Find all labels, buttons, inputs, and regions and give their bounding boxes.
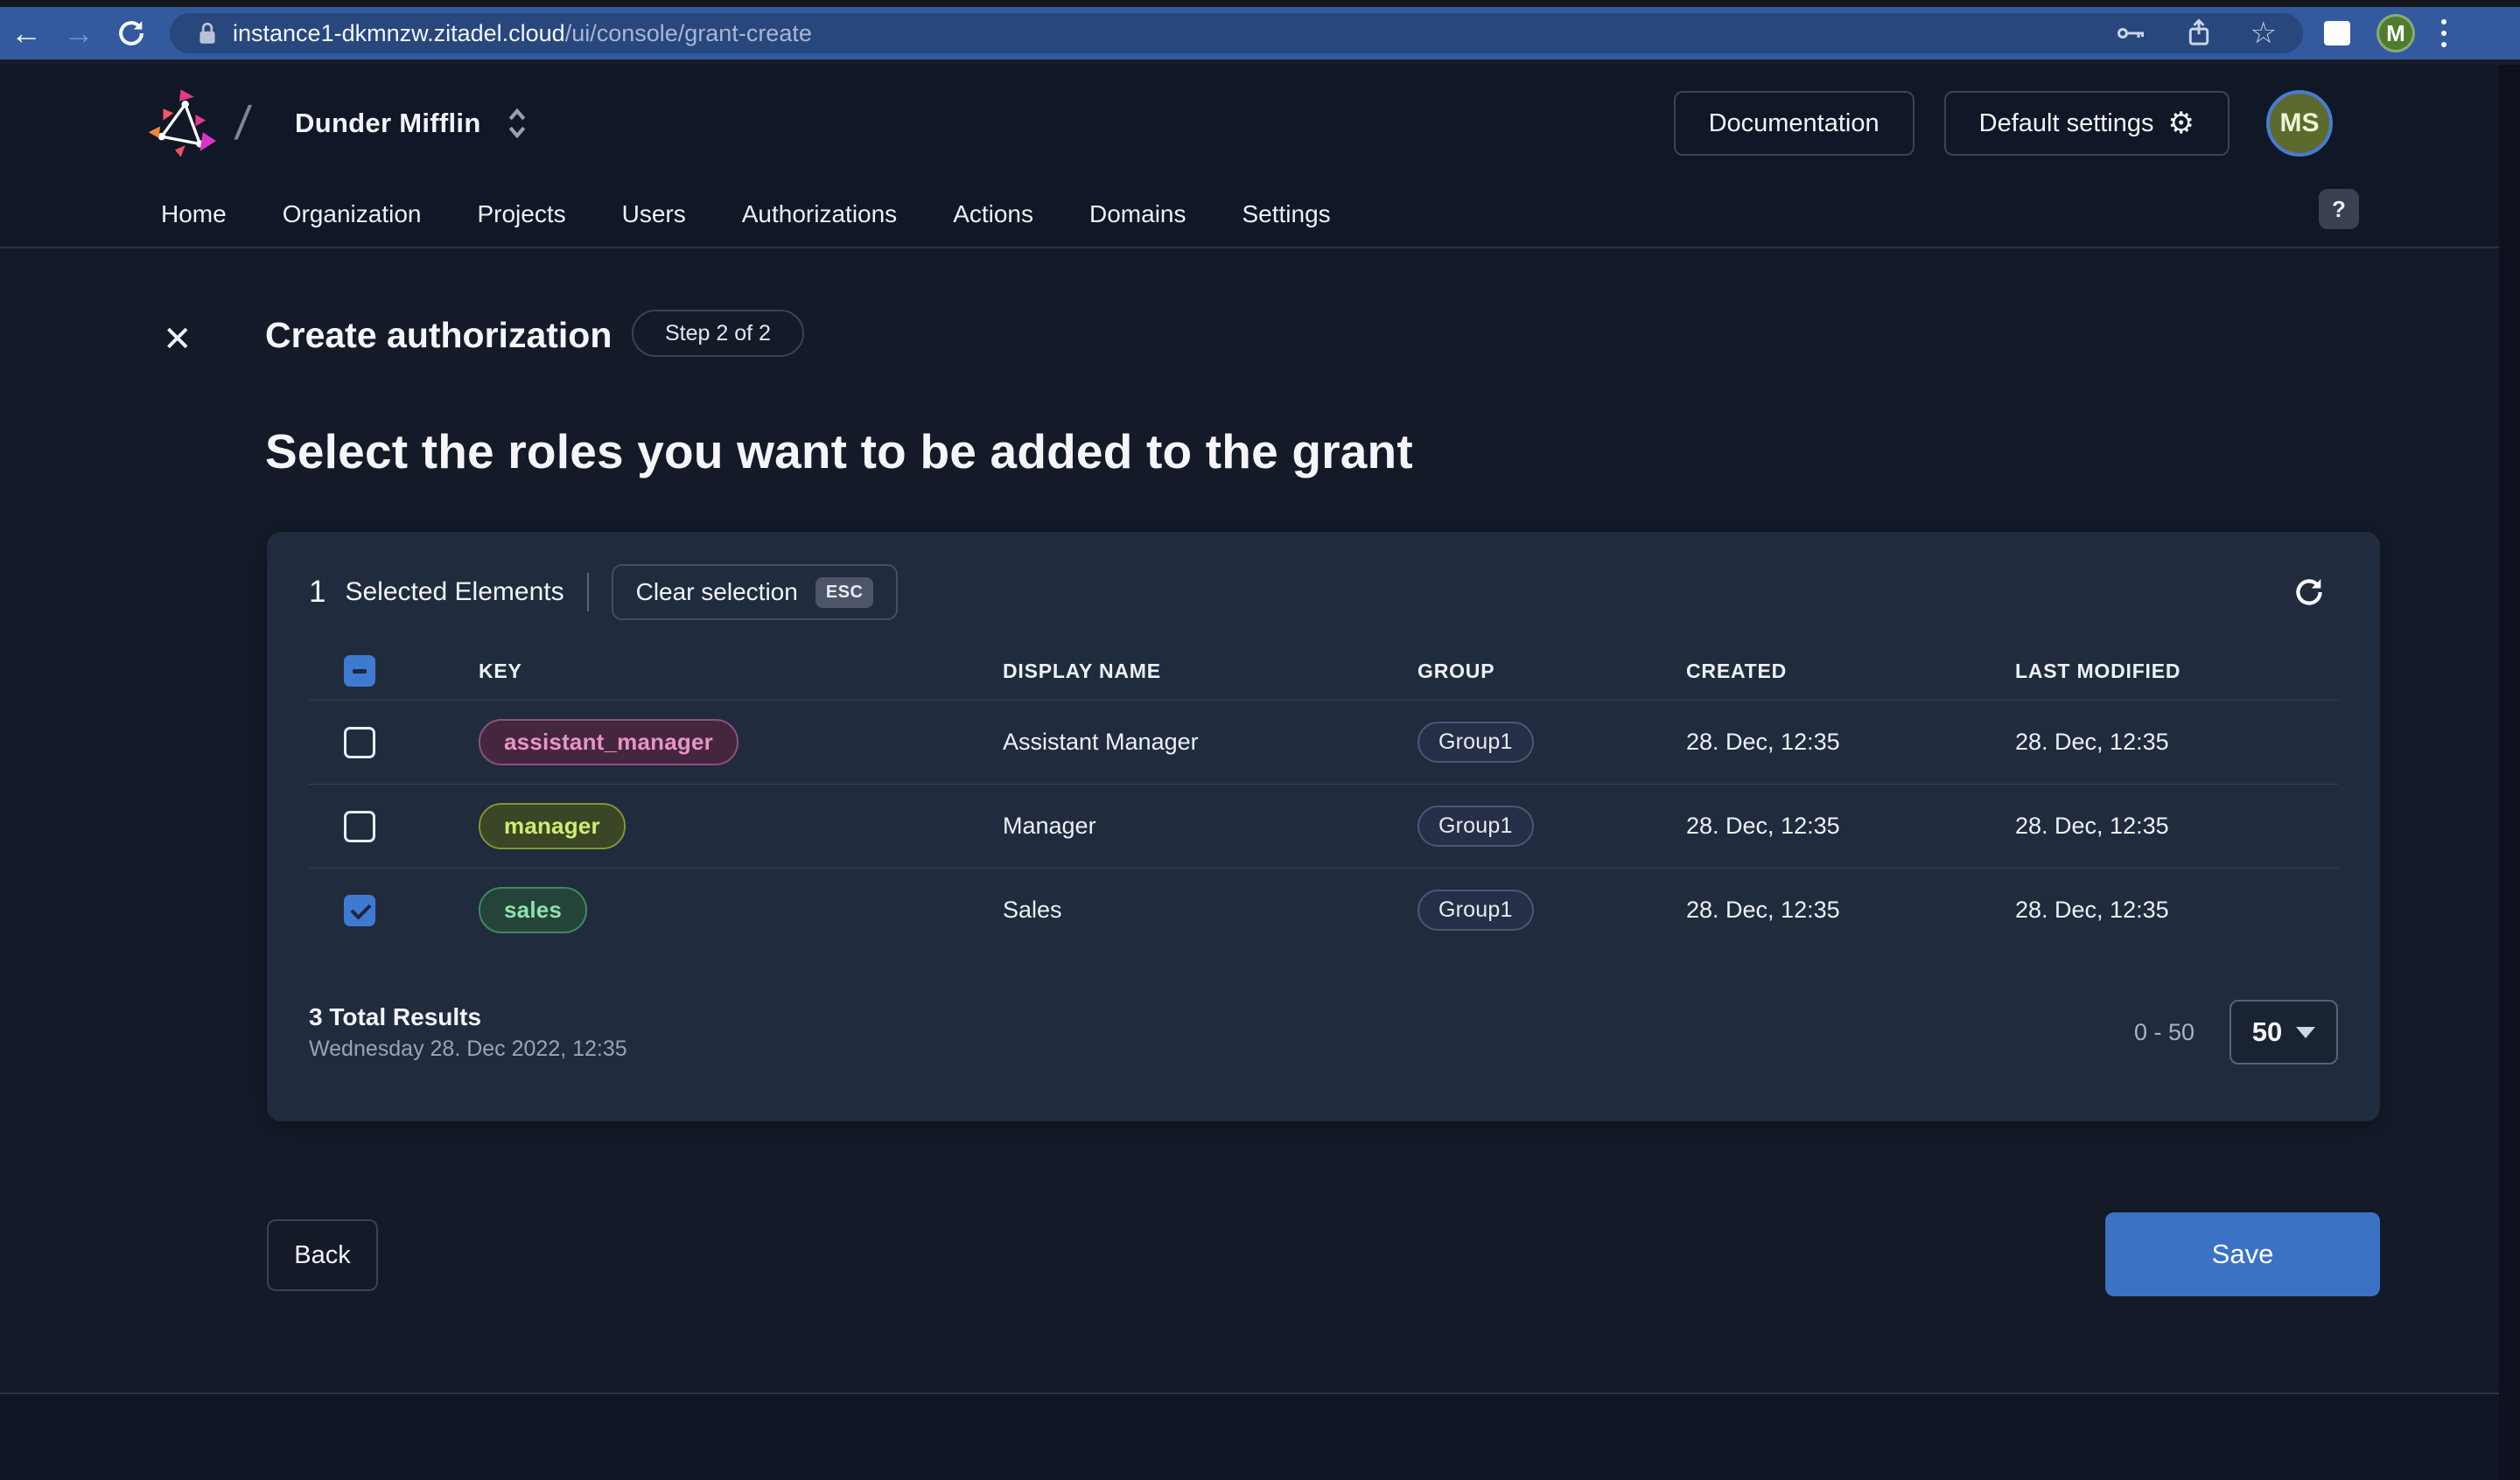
nav-item-users[interactable]: Users [622, 200, 686, 228]
main-content: ✕ Create authorization Step 2 of 2 Selec… [0, 250, 2499, 1393]
column-created: CREATED [1686, 660, 2015, 683]
url-text: instance1-dkmnzw.zitadel.cloud/ui/consol… [233, 20, 812, 47]
lock-icon [196, 20, 219, 46]
row-checkbox[interactable] [344, 727, 375, 758]
group-chip: Group1 [1418, 806, 1534, 847]
zitadel-logo-icon[interactable] [147, 87, 220, 160]
group-chip: Group1 [1418, 722, 1534, 763]
display-name-cell: Assistant Manager [1003, 729, 1418, 756]
share-icon[interactable] [2186, 18, 2212, 48]
save-button[interactable]: Save [2105, 1212, 2380, 1296]
created-cell: 28. Dec, 12:35 [1686, 813, 2015, 840]
roles-card: 1 Selected Elements Clear selection ESC … [267, 532, 2380, 1121]
last-modified-cell: 28. Dec, 12:35 [2015, 897, 2338, 924]
default-settings-button[interactable]: Default settings ⚙ [1944, 91, 2230, 156]
roles-heading: Select the roles you want to be added to… [265, 423, 1413, 479]
nav-item-authorizations[interactable]: Authorizations [742, 200, 897, 228]
results-timestamp: Wednesday 28. Dec 2022, 12:35 [309, 1037, 627, 1062]
nav-item-domains[interactable]: Domains [1089, 200, 1186, 228]
role-key-chip: assistant_manager [479, 719, 738, 765]
chevron-down-icon [2296, 1027, 2315, 1038]
total-results: 3 Total Results [309, 1003, 627, 1031]
roles-table: KEY DISPLAY NAME GROUP CREATED LAST MODI… [309, 642, 2338, 952]
display-name-cell: Manager [1003, 813, 1418, 840]
main-nav: Home Organization Projects Users Authori… [0, 182, 2499, 247]
divider [587, 573, 589, 611]
created-cell: 28. Dec, 12:35 [1686, 897, 2015, 924]
column-display-name: DISPLAY NAME [1003, 660, 1418, 683]
column-key: KEY [479, 660, 1003, 683]
browser-menu-icon[interactable] [2441, 19, 2446, 47]
esc-key-badge: ESC [816, 577, 874, 608]
page-size-select[interactable]: 50 [2230, 1000, 2338, 1065]
password-key-icon[interactable] [2116, 20, 2147, 46]
app-header: / Dunder Mifflin Documentation Default s… [0, 65, 2499, 248]
row-checkbox[interactable] [344, 811, 375, 842]
browser-reload-icon[interactable] [105, 17, 158, 50]
page-footer [0, 1394, 2499, 1480]
user-avatar[interactable]: MS [2266, 90, 2333, 157]
table-row[interactable]: sales Sales Group1 28. Dec, 12:35 28. De… [309, 868, 2338, 952]
scrollbar-track[interactable] [2499, 65, 2520, 1480]
nav-item-projects[interactable]: Projects [477, 200, 565, 228]
browser-profile-avatar[interactable]: M [2376, 14, 2415, 52]
documentation-button[interactable]: Documentation [1674, 91, 1914, 156]
last-modified-cell: 28. Dec, 12:35 [2015, 729, 2338, 756]
org-name[interactable]: Dunder Mifflin [295, 108, 481, 139]
screen: ← → instance1-dkmnzw.zitadel.cloud/ui/co… [0, 0, 2520, 1480]
gear-icon: ⚙ [2168, 106, 2194, 141]
bookmark-star-icon[interactable]: ☆ [2250, 18, 2277, 48]
row-checkbox[interactable] [344, 895, 375, 926]
org-switcher-icon[interactable] [506, 108, 528, 139]
browser-toolbar: ← → instance1-dkmnzw.zitadel.cloud/ui/co… [0, 7, 2520, 59]
nav-item-home[interactable]: Home [161, 200, 227, 228]
column-last-modified: LAST MODIFIED [2015, 660, 2338, 683]
nav-item-settings[interactable]: Settings [1242, 200, 1331, 228]
clear-selection-button[interactable]: Clear selection ESC [612, 564, 899, 620]
role-key-chip: sales [479, 887, 587, 933]
group-chip: Group1 [1418, 890, 1534, 931]
table-row[interactable]: assistant_manager Assistant Manager Grou… [309, 700, 2338, 784]
selected-label: Selected Elements [345, 577, 564, 607]
table-header-row: KEY DISPLAY NAME GROUP CREATED LAST MODI… [309, 642, 2338, 700]
close-icon[interactable]: ✕ [163, 322, 192, 357]
created-cell: 28. Dec, 12:35 [1686, 729, 2015, 756]
column-group: GROUP [1418, 660, 1686, 683]
browser-forward-icon: → [52, 15, 105, 52]
breadcrumb-slash: / [233, 96, 254, 150]
side-panel-icon[interactable] [2324, 21, 2350, 45]
table-row[interactable]: manager Manager Group1 28. Dec, 12:35 28… [309, 784, 2338, 868]
page-title: Create authorization [265, 315, 612, 356]
display-name-cell: Sales [1003, 897, 1418, 924]
help-button[interactable]: ? [2319, 189, 2359, 229]
step-badge: Step 2 of 2 [632, 310, 804, 357]
browser-url-bar[interactable]: instance1-dkmnzw.zitadel.cloud/ui/consol… [170, 13, 2303, 53]
selected-count: 1 [309, 575, 326, 610]
select-all-checkbox[interactable] [344, 655, 375, 687]
last-modified-cell: 28. Dec, 12:35 [2015, 813, 2338, 840]
browser-back-icon[interactable]: ← [0, 15, 52, 52]
refresh-icon[interactable] [2291, 574, 2328, 611]
pagination-range: 0 - 50 [2134, 1019, 2194, 1046]
role-key-chip: manager [479, 803, 626, 849]
nav-item-actions[interactable]: Actions [953, 200, 1033, 228]
nav-item-organization[interactable]: Organization [283, 200, 422, 228]
back-button[interactable]: Back [267, 1219, 378, 1291]
browser-tabstrip [0, 0, 2520, 7]
